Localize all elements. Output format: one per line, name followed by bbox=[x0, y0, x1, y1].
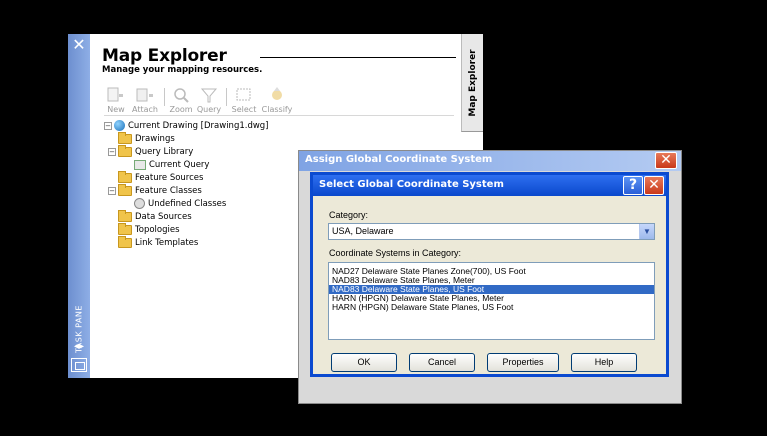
tree-node-label: Current Query bbox=[149, 160, 210, 170]
query-icon bbox=[198, 86, 220, 104]
tree-node-topologies[interactable]: Topologies bbox=[118, 222, 180, 237]
category-select[interactable]: USA, Delaware ▼ bbox=[328, 223, 655, 240]
tree-node-data-sources[interactable]: Data Sources bbox=[118, 209, 192, 224]
classify-label: Classify bbox=[261, 105, 293, 114]
classify-button[interactable]: Classify bbox=[260, 84, 294, 116]
folder-icon bbox=[118, 170, 132, 183]
tree-node-label: Topologies bbox=[135, 225, 180, 235]
tree-node-label: Drawings bbox=[135, 134, 175, 144]
ok-button[interactable]: OK bbox=[331, 353, 397, 372]
tree-node-feature-classes[interactable]: − Feature Classes bbox=[108, 183, 202, 198]
classify-icon bbox=[266, 86, 288, 104]
tree-node-query-library[interactable]: − Query Library bbox=[108, 144, 194, 159]
new-label: New bbox=[107, 105, 125, 114]
zoom-button[interactable]: Zoom bbox=[168, 84, 194, 116]
page-title: Map Explorer bbox=[102, 46, 227, 66]
title-rule bbox=[260, 57, 456, 58]
zoom-icon bbox=[170, 86, 192, 104]
collapse-icon[interactable]: − bbox=[108, 147, 116, 156]
inner-dialog-title: Select Global Coordinate System bbox=[319, 179, 504, 190]
tree-node-feature-sources[interactable]: Feature Sources bbox=[118, 170, 204, 185]
page-subtitle: Manage your mapping resources. bbox=[102, 65, 263, 75]
collapse-icon[interactable]: − bbox=[108, 186, 116, 195]
query-button[interactable]: Query bbox=[196, 84, 222, 116]
new-button[interactable]: New bbox=[104, 84, 128, 116]
tree-node-current-drawing[interactable]: − Current Drawing [Drawing1.dwg] bbox=[104, 120, 269, 133]
tree-node-current-query[interactable]: Current Query bbox=[134, 159, 209, 172]
chevron-down-icon[interactable]: ▼ bbox=[639, 224, 654, 239]
map-explorer-tab[interactable]: Map Explorer bbox=[461, 34, 483, 132]
select-coordinate-system-dialog: Select Global Coordinate System ? ✕ Cate… bbox=[310, 172, 669, 377]
task-pane-close-icon[interactable]: ✕ bbox=[70, 36, 88, 54]
new-icon bbox=[105, 86, 127, 104]
folder-icon bbox=[118, 144, 132, 157]
globe-icon bbox=[114, 120, 125, 131]
cancel-button[interactable]: Cancel bbox=[409, 353, 475, 372]
attach-label: Attach bbox=[132, 105, 158, 114]
toolbar-separator bbox=[164, 88, 165, 106]
tree-node-label: Feature Classes bbox=[135, 186, 202, 196]
tree-node-label: Current Drawing [Drawing1.dwg] bbox=[128, 121, 269, 131]
properties-button[interactable]: Properties bbox=[487, 353, 559, 372]
tree-node-link-templates[interactable]: Link Templates bbox=[118, 235, 199, 250]
category-label: Category: bbox=[329, 210, 369, 220]
help-button[interactable]: Help bbox=[571, 353, 637, 372]
map-explorer-toolbar: New Attach Zoom Query Select Classify bbox=[104, 84, 454, 116]
help-icon[interactable]: ? bbox=[623, 176, 643, 195]
zoom-label: Zoom bbox=[169, 105, 193, 114]
tree-node-label: Feature Sources bbox=[135, 173, 204, 183]
coordinate-systems-label: Coordinate Systems in Category: bbox=[329, 248, 462, 258]
attach-button[interactable]: Attach bbox=[130, 84, 160, 116]
outer-dialog-close-icon[interactable]: ✕ bbox=[655, 152, 677, 169]
folder-icon bbox=[118, 209, 132, 222]
attach-icon bbox=[134, 86, 156, 104]
properties-icon[interactable] bbox=[71, 358, 87, 372]
collapse-icon[interactable]: − bbox=[104, 121, 112, 130]
folder-icon bbox=[118, 131, 132, 144]
query-label: Query bbox=[196, 105, 222, 114]
outer-dialog-title: Assign Global Coordinate System bbox=[305, 154, 493, 165]
task-pane-strip: ✕ TASK PANE ◂▸ bbox=[68, 34, 90, 378]
coordinate-systems-list[interactable]: NAD27 Delaware State Planes Zone(700), U… bbox=[328, 262, 655, 340]
map-explorer-tab-label: Map Explorer bbox=[467, 48, 478, 117]
outer-dialog-titlebar[interactable]: Assign Global Coordinate System ✕ bbox=[299, 151, 681, 171]
list-item[interactable]: HARN (HPGN) Delaware State Planes, US Fo… bbox=[329, 303, 654, 312]
tree-node-label: Query Library bbox=[135, 147, 194, 157]
tree-node-label: Link Templates bbox=[135, 238, 199, 248]
tree-node-label: Data Sources bbox=[135, 212, 192, 222]
tree-node-drawings[interactable]: Drawings bbox=[118, 131, 175, 146]
folder-icon bbox=[118, 235, 132, 248]
folder-icon bbox=[118, 183, 132, 196]
select-button[interactable]: Select bbox=[230, 84, 258, 116]
task-pane-header: Map Explorer Manage your mapping resourc… bbox=[102, 46, 456, 75]
select-icon bbox=[233, 86, 255, 104]
inner-dialog-titlebar[interactable]: Select Global Coordinate System ? ✕ bbox=[313, 175, 666, 196]
folder-icon bbox=[118, 222, 132, 235]
undefined-class-icon bbox=[134, 198, 145, 209]
query-icon bbox=[134, 159, 146, 170]
toolbar-separator bbox=[226, 88, 227, 106]
tree-node-undefined-classes[interactable]: Undefined Classes bbox=[134, 198, 226, 211]
inner-dialog-close-icon[interactable]: ✕ bbox=[644, 176, 664, 195]
auto-hide-icon[interactable]: ◂▸ bbox=[71, 340, 87, 354]
tree-node-label: Undefined Classes bbox=[148, 199, 227, 209]
select-label: Select bbox=[231, 105, 257, 114]
category-value: USA, Delaware bbox=[332, 226, 394, 236]
